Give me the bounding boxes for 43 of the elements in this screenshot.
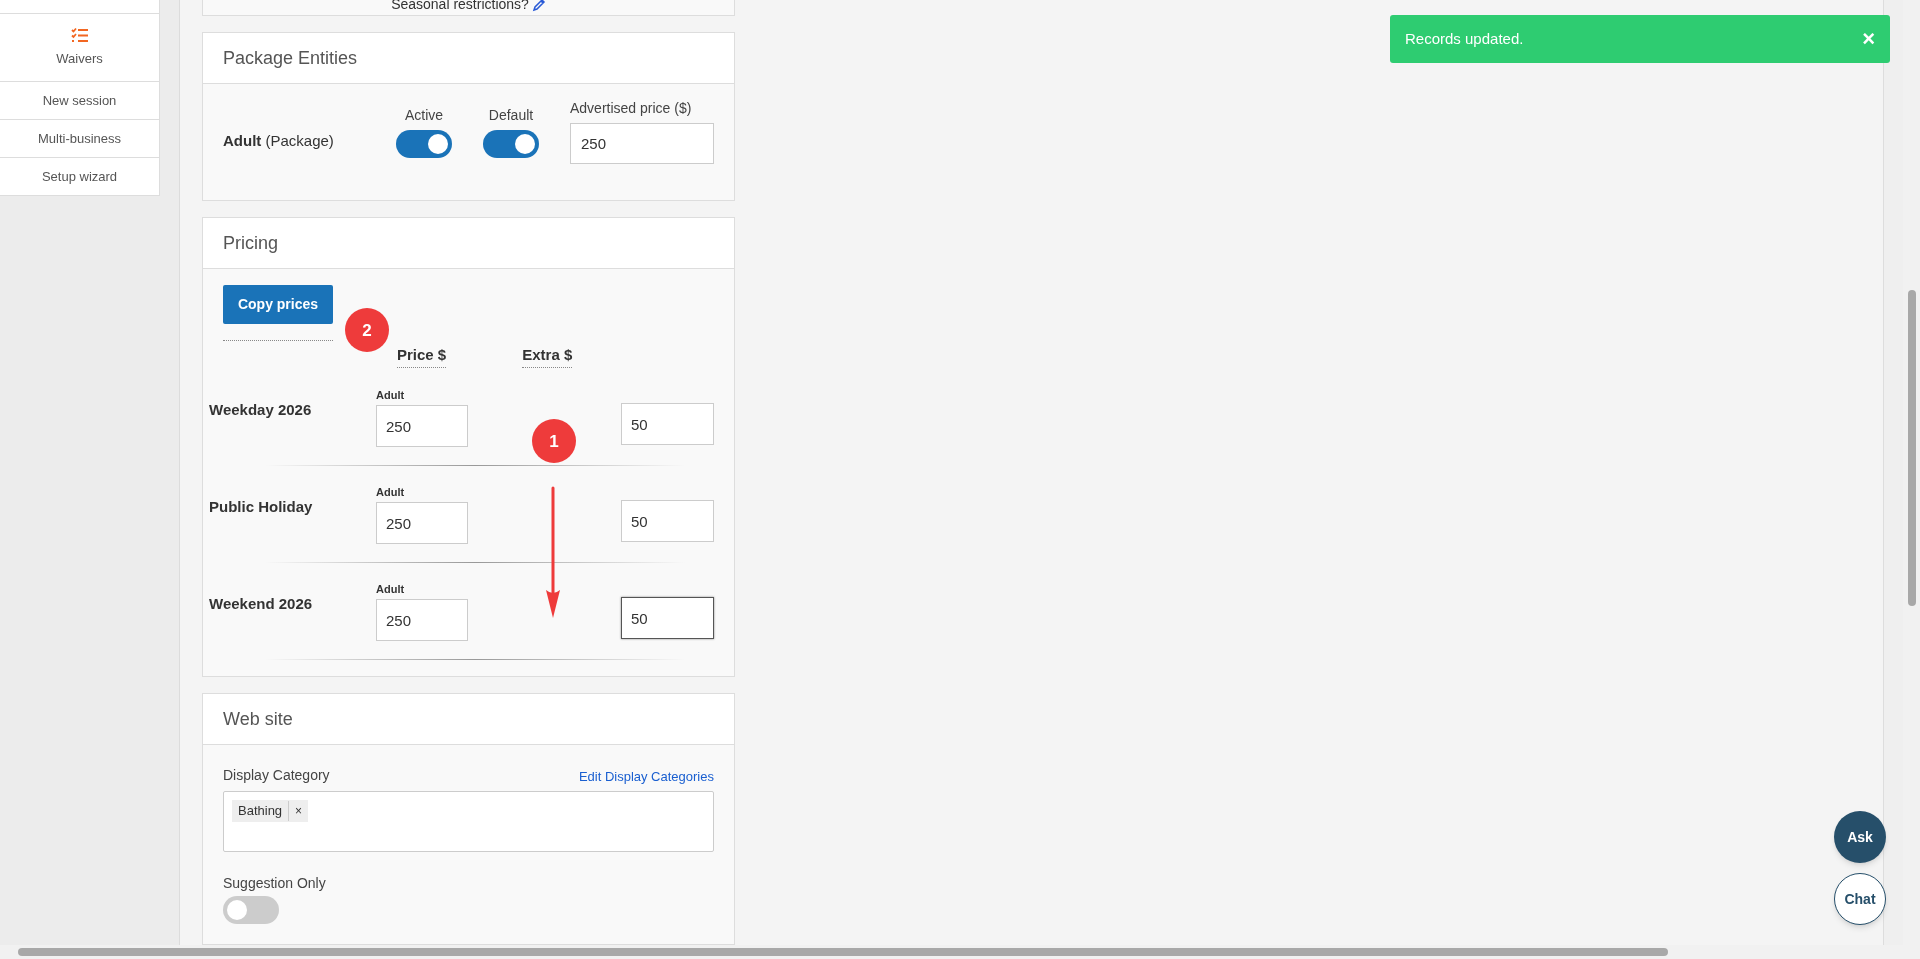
tag-label: Bathing <box>232 801 290 821</box>
sidebar-item[interactable]: Multi-business <box>0 120 159 158</box>
annotation-marker: 1 <box>531 418 577 464</box>
sidebar-item[interactable]: New session <box>0 82 159 120</box>
active-label: Active <box>404 105 444 125</box>
pencil-icon[interactable] <box>531 0 546 12</box>
sidebar-item[interactable]: Waivers <box>0 14 159 82</box>
price-input[interactable]: 250 <box>376 599 468 642</box>
extra-price-input[interactable]: 50 <box>621 500 714 542</box>
adult-label: Adult <box>376 581 406 597</box>
checklist-icon <box>70 26 89 43</box>
extra-price-input[interactable]: 50 <box>621 403 714 445</box>
display-category-label: Display Category <box>223 766 330 785</box>
toggle-switch[interactable] <box>223 896 279 924</box>
suggestion-only-label: Suggestion Only <box>223 874 327 893</box>
toast-message: Records updated. <box>1405 28 1524 49</box>
sidebar-item[interactable]: Setup wizard <box>0 158 159 196</box>
toggle-switch[interactable] <box>396 129 452 158</box>
price-input[interactable]: 250 <box>376 405 468 448</box>
card-title: Package Entities <box>223 46 358 70</box>
price-input[interactable]: 250 <box>376 502 468 545</box>
column-header: Price $ <box>397 344 447 368</box>
floating-chat-button[interactable]: Ask <box>1834 811 1886 863</box>
annotation-marker: 2 <box>344 307 390 353</box>
season-name: Weekend 2026 <box>209 593 314 614</box>
adult-label: Adult <box>376 387 406 403</box>
column-header: Extra $ <box>522 344 573 368</box>
extra-price-input[interactable]: 50 <box>621 597 714 639</box>
floating-chat-button[interactable]: Chat <box>1834 873 1886 925</box>
entity-name: Adult (Package) <box>223 130 335 151</box>
edit-display-categories-link[interactable]: Edit Display Categories <box>578 766 714 786</box>
season-name: Weekday 2026 <box>209 399 313 420</box>
card-title: Web site <box>223 707 293 731</box>
copy-prices-button[interactable]: Copy prices <box>223 285 333 324</box>
toggle-switch[interactable] <box>483 129 539 158</box>
price-input[interactable]: 250 <box>570 123 714 164</box>
tag-remove-button[interactable]: × <box>289 802 309 820</box>
adult-label: Adult <box>376 484 406 500</box>
card-title: Pricing <box>223 231 279 255</box>
category-select-field[interactable]: Bathing × <box>223 791 714 852</box>
default-label: Default <box>488 105 534 125</box>
price-label: Advertised price ($) <box>570 99 693 118</box>
season-name: Public Holiday <box>209 496 314 517</box>
